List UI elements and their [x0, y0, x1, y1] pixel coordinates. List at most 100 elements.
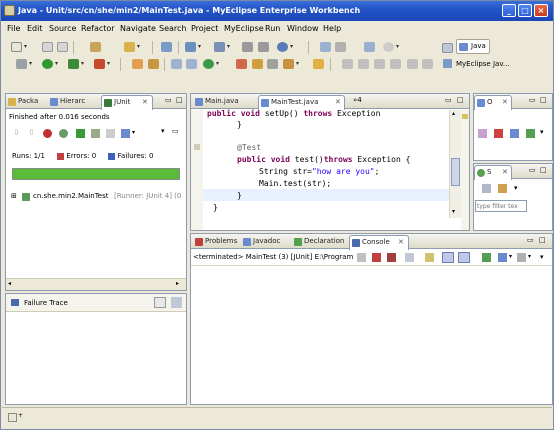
hide-static-icon[interactable] — [510, 129, 519, 138]
expand-toggle-icon[interactable]: ⊞ — [11, 192, 17, 200]
menu-window[interactable]: Window — [287, 24, 319, 33]
terminate-icon[interactable] — [357, 253, 366, 262]
menu-run[interactable]: Run — [265, 24, 280, 33]
toggle-icon[interactable] — [236, 59, 247, 69]
globe-icon[interactable] — [277, 42, 288, 52]
maximize-button[interactable]: □ — [518, 4, 532, 17]
maximize-view-icon[interactable]: □ — [540, 166, 547, 174]
scroll-down-icon[interactable]: ▾ — [452, 208, 455, 215]
link-icon[interactable] — [498, 184, 507, 193]
next-annotation-icon[interactable] — [358, 59, 369, 69]
remove-launch-icon[interactable] — [372, 253, 381, 262]
myeclipse-perspective-icon[interactable] — [443, 59, 452, 68]
settings-icon[interactable] — [383, 42, 394, 52]
scroll-left-icon[interactable]: ◂ — [8, 280, 11, 287]
display-console-icon[interactable] — [482, 253, 491, 262]
pin-icon[interactable] — [283, 59, 294, 69]
scroll-lock-icon[interactable] — [425, 253, 434, 262]
folder-icon[interactable] — [313, 59, 324, 69]
mail-icon[interactable] — [335, 42, 346, 52]
outline-view-menu-icon[interactable]: ▾ — [540, 128, 544, 136]
menu-refactor[interactable]: Refactor — [81, 24, 115, 33]
editor-overflow-button[interactable]: »4 — [353, 96, 362, 104]
open-type-icon[interactable] — [90, 42, 101, 52]
minimize-icon[interactable]: ▭ — [172, 127, 179, 135]
scroll-right-icon[interactable]: ▸ — [176, 280, 179, 287]
annotation-icon[interactable] — [252, 59, 263, 69]
tab-console[interactable]: Console ✕ — [349, 235, 409, 250]
deploy-icon[interactable] — [185, 42, 196, 52]
warning-marker-icon[interactable] — [462, 114, 468, 119]
close-tab-icon[interactable]: ✕ — [142, 98, 148, 106]
collapse-icon[interactable] — [482, 184, 491, 193]
code-line-7[interactable]: Main.test(str); — [259, 179, 331, 188]
menu-help[interactable]: Help — [323, 24, 341, 33]
hide-fields-icon[interactable] — [494, 129, 503, 138]
last-edit-icon[interactable] — [390, 59, 401, 69]
refresh-dropdown-icon[interactable]: ▾ — [216, 60, 219, 67]
show-failures-icon[interactable] — [43, 129, 52, 138]
open-console-dropdown-icon[interactable]: ▾ — [509, 253, 512, 260]
hide-nonpublic-icon[interactable] — [526, 129, 535, 138]
pin-dropdown-icon[interactable]: ▾ — [296, 60, 299, 67]
close-tab-icon[interactable]: ✕ — [502, 98, 508, 106]
java-perspective-button[interactable]: Java — [456, 39, 490, 54]
clear-console-icon[interactable] — [405, 253, 414, 262]
menu-edit[interactable]: Edit — [27, 24, 43, 33]
settings-dropdown-icon[interactable]: ▾ — [396, 43, 399, 50]
new-package-icon[interactable] — [148, 59, 159, 69]
task-icon[interactable] — [267, 59, 278, 69]
fast-view-icon[interactable] — [8, 413, 17, 422]
close-tab-icon[interactable]: ✕ — [398, 238, 404, 246]
external-tools-dropdown-icon[interactable]: ▾ — [107, 60, 110, 67]
minimize-view-icon[interactable]: ▭ — [165, 96, 172, 104]
snippets-view-menu-icon[interactable]: ▾ — [514, 184, 518, 192]
run-dropdown-icon[interactable]: ▾ — [55, 60, 58, 67]
open-resource-icon[interactable] — [186, 59, 197, 69]
browser-icon[interactable] — [242, 42, 253, 52]
myeclipse-perspective-label[interactable]: MyEclipse Jav... — [456, 60, 510, 68]
menu-file[interactable]: File — [7, 24, 20, 33]
maximize-view-icon[interactable]: □ — [539, 236, 546, 244]
search-icon[interactable] — [171, 59, 182, 69]
tab-javadoc[interactable]: Javadoc — [241, 235, 282, 249]
edit-icon[interactable] — [342, 59, 353, 69]
refresh-icon[interactable] — [203, 59, 214, 69]
new-dropdown-icon[interactable]: ▾ — [24, 43, 27, 50]
next-failure-icon[interactable]: ⇩ — [13, 128, 20, 137]
tab-hierarchy[interactable]: Hierarc — [48, 95, 87, 109]
globe-dropdown-icon[interactable]: ▾ — [290, 43, 293, 50]
new-console-icon[interactable] — [517, 253, 526, 262]
tab-maintest-java[interactable]: MainTest.java ✕ — [258, 95, 345, 110]
tab-outline[interactable]: O ✕ — [474, 95, 512, 110]
server-run-icon[interactable] — [214, 42, 225, 52]
tab-main-java[interactable]: Main.java — [193, 95, 241, 109]
run-external-icon[interactable] — [68, 59, 79, 69]
close-button[interactable]: × — [534, 4, 548, 17]
code-line-1[interactable]: public void setUp() throws Exception — [207, 109, 380, 118]
console-view-menu-icon[interactable]: ▾ — [540, 253, 544, 261]
sort-icon[interactable] — [478, 129, 487, 138]
new-project-icon[interactable] — [124, 42, 135, 52]
open-perspective-icon[interactable] — [442, 43, 453, 53]
debug-dropdown-icon[interactable]: ▾ — [29, 60, 32, 67]
menu-search[interactable]: Search — [159, 24, 186, 33]
test-item-name[interactable]: cn.she.min2.MainTest — [33, 192, 109, 200]
code-line-6[interactable]: String str="how are you"; — [259, 167, 379, 176]
tab-junit[interactable]: JUnit ✕ — [101, 95, 153, 110]
editor-vertical-scrollbar[interactable]: ▴ ▾ — [449, 110, 461, 218]
back-icon[interactable] — [407, 59, 418, 69]
tab-declaration[interactable]: Declaration — [292, 235, 346, 249]
deploy-dropdown-icon[interactable]: ▾ — [198, 43, 201, 50]
close-tab-icon[interactable]: ✕ — [502, 168, 508, 176]
minimize-view-icon[interactable]: ▭ — [527, 236, 534, 244]
new-class-icon[interactable] — [132, 59, 143, 69]
scroll-thumb[interactable] — [451, 158, 460, 186]
tab-package-explorer[interactable]: Packa — [6, 95, 40, 109]
minimize-view-icon[interactable]: ▭ — [445, 96, 452, 104]
code-line-4[interactable]: @Test — [237, 143, 261, 152]
new-project-dropdown-icon[interactable]: ▾ — [137, 43, 140, 50]
remove-all-icon[interactable] — [387, 253, 396, 262]
compare-icon[interactable] — [171, 297, 182, 308]
run-icon[interactable] — [42, 59, 53, 69]
